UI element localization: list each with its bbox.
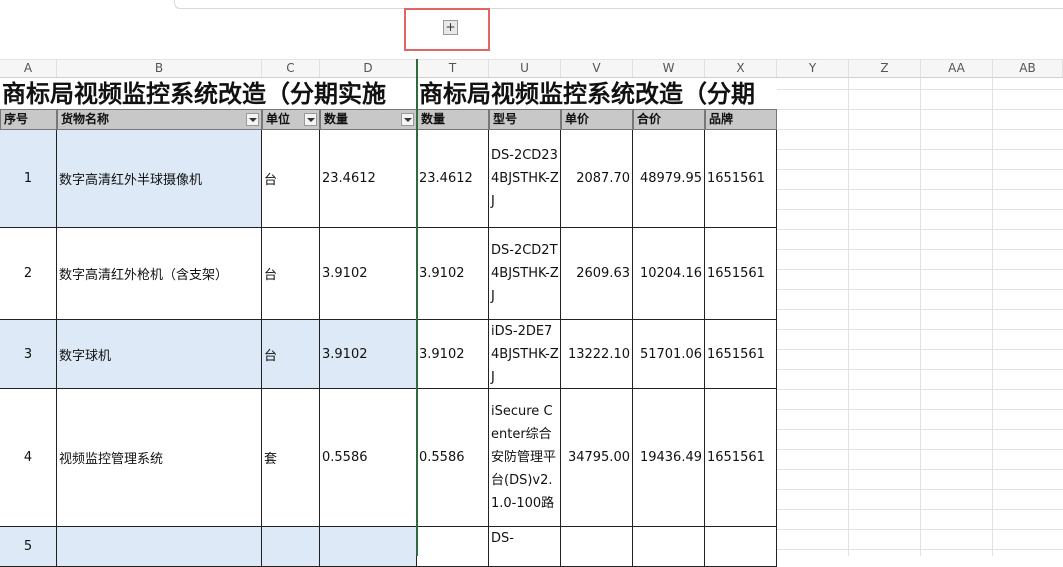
header-unit[interactable]: 单位	[262, 109, 320, 130]
cell-model[interactable]: DS-2CD2T4BJSTHK-ZJ	[489, 228, 561, 320]
cell-unit[interactable]: 台	[262, 130, 320, 228]
cell-qty[interactable]: 3.9102	[320, 228, 417, 320]
column-header-W[interactable]: W	[633, 60, 705, 77]
cell-price[interactable]: 13222.10	[561, 320, 633, 389]
cell-model[interactable]: iDS-2DE74BJSTHK-ZJ	[489, 320, 561, 389]
header-qty-label: 数量	[324, 112, 349, 126]
cell-price[interactable]: 2087.70	[561, 130, 633, 228]
cell-seq[interactable]: 1	[0, 130, 57, 228]
header-name-label: 货物名称	[61, 112, 110, 126]
empty-cells[interactable]	[777, 76, 1063, 556]
header-qty2-label: 数量	[421, 112, 446, 126]
freeze-pane-divider[interactable]	[416, 59, 418, 556]
column-header-Z[interactable]: Z	[849, 60, 921, 77]
filter-dropdown-icon[interactable]	[304, 113, 317, 126]
cell-seq[interactable]: 4	[0, 389, 57, 527]
cell-model[interactable]: DS-2CD234BJSTHK-ZJ	[489, 130, 561, 228]
cell-name[interactable]: 视频监控管理系统	[57, 389, 262, 527]
header-seq-label: 序号	[4, 112, 29, 126]
column-header-Y[interactable]: Y	[777, 60, 849, 77]
cell-qty[interactable]: 0.5586	[320, 389, 417, 527]
header-model-label: 型号	[493, 112, 518, 126]
cell-brand[interactable]: 1651561	[705, 130, 777, 228]
header-brand[interactable]: 品牌	[705, 109, 777, 130]
cell-price[interactable]	[561, 527, 633, 567]
column-header-V[interactable]: V	[561, 60, 633, 77]
cell-seq[interactable]: 5	[0, 527, 57, 567]
formula-bar[interactable]	[174, 0, 1063, 9]
cell-qty2[interactable]: 3.9102	[417, 228, 489, 320]
cell-total[interactable]: 48979.95	[633, 130, 705, 228]
plus-box-icon[interactable]: +	[443, 20, 458, 35]
header-name[interactable]: 货物名称	[57, 109, 262, 130]
column-header-AA[interactable]: AA	[921, 60, 993, 77]
column-header-A[interactable]: A	[0, 60, 57, 77]
column-header-U[interactable]: U	[489, 60, 561, 77]
cell-total[interactable]: 10204.16	[633, 228, 705, 320]
cell-qty[interactable]: 3.9102	[320, 320, 417, 389]
cell-qty[interactable]: 23.4612	[320, 130, 417, 228]
header-seq[interactable]: 序号	[0, 109, 57, 130]
cell-model[interactable]: iSecure Center综合安防管理平台(DS)v2.1.0-100路	[489, 389, 561, 527]
header-price-label: 单价	[565, 112, 590, 126]
header-unit-label: 单位	[266, 112, 291, 126]
header-total[interactable]: 合价	[633, 109, 705, 130]
header-qty2[interactable]: 数量	[417, 109, 489, 130]
sheet-title-left[interactable]: 商标局视频监控系统改造（分期实施	[2, 76, 416, 109]
cell-qty2[interactable]: 23.4612	[417, 130, 489, 228]
column-header-B[interactable]: B	[57, 60, 262, 77]
cell-total[interactable]: 19436.49	[633, 389, 705, 527]
header-qty[interactable]: 数量	[320, 109, 417, 130]
cell-name[interactable]	[57, 527, 262, 567]
cell-unit[interactable]	[262, 527, 320, 567]
cell-model[interactable]: DS-	[489, 527, 561, 567]
sheet-title-right[interactable]: 商标局视频监控系统改造（分期	[419, 76, 777, 109]
column-header-X[interactable]: X	[705, 60, 777, 77]
cell-seq[interactable]: 3	[0, 320, 57, 389]
cell-price[interactable]: 34795.00	[561, 389, 633, 527]
cell-name[interactable]: 数字高清红外半球摄像机	[57, 130, 262, 228]
filter-dropdown-icon[interactable]	[401, 113, 414, 126]
cell-total[interactable]	[633, 527, 705, 567]
cell-qty2[interactable]: 0.5586	[417, 389, 489, 527]
column-header-AB[interactable]: AB	[993, 60, 1063, 77]
cell-qty2[interactable]	[417, 527, 489, 567]
cell-brand[interactable]: 1651561	[705, 389, 777, 527]
top-bar: +	[0, 0, 1063, 57]
cell-unit[interactable]: 套	[262, 389, 320, 527]
cell-price[interactable]: 2609.63	[561, 228, 633, 320]
cell-brand[interactable]: 1651561	[705, 320, 777, 389]
filter-dropdown-icon[interactable]	[246, 113, 259, 126]
cell-unit[interactable]: 台	[262, 320, 320, 389]
cell-seq[interactable]: 2	[0, 228, 57, 320]
header-price[interactable]: 单价	[561, 109, 633, 130]
cell-name[interactable]: 数字高清红外枪机（含支架）	[57, 228, 262, 320]
cell-total[interactable]: 51701.06	[633, 320, 705, 389]
cell-qty[interactable]	[320, 527, 417, 567]
cell-name[interactable]: 数字球机	[57, 320, 262, 389]
column-header-T[interactable]: T	[417, 60, 489, 77]
column-header-D[interactable]: D	[320, 60, 417, 77]
header-model[interactable]: 型号	[489, 109, 561, 130]
cell-brand[interactable]: 1651561	[705, 228, 777, 320]
cell-qty2[interactable]: 3.9102	[417, 320, 489, 389]
cell-unit[interactable]: 台	[262, 228, 320, 320]
header-brand-label: 品牌	[709, 112, 734, 126]
header-total-label: 合价	[637, 112, 662, 126]
cell-brand[interactable]	[705, 527, 777, 567]
column-header-C[interactable]: C	[262, 60, 320, 77]
